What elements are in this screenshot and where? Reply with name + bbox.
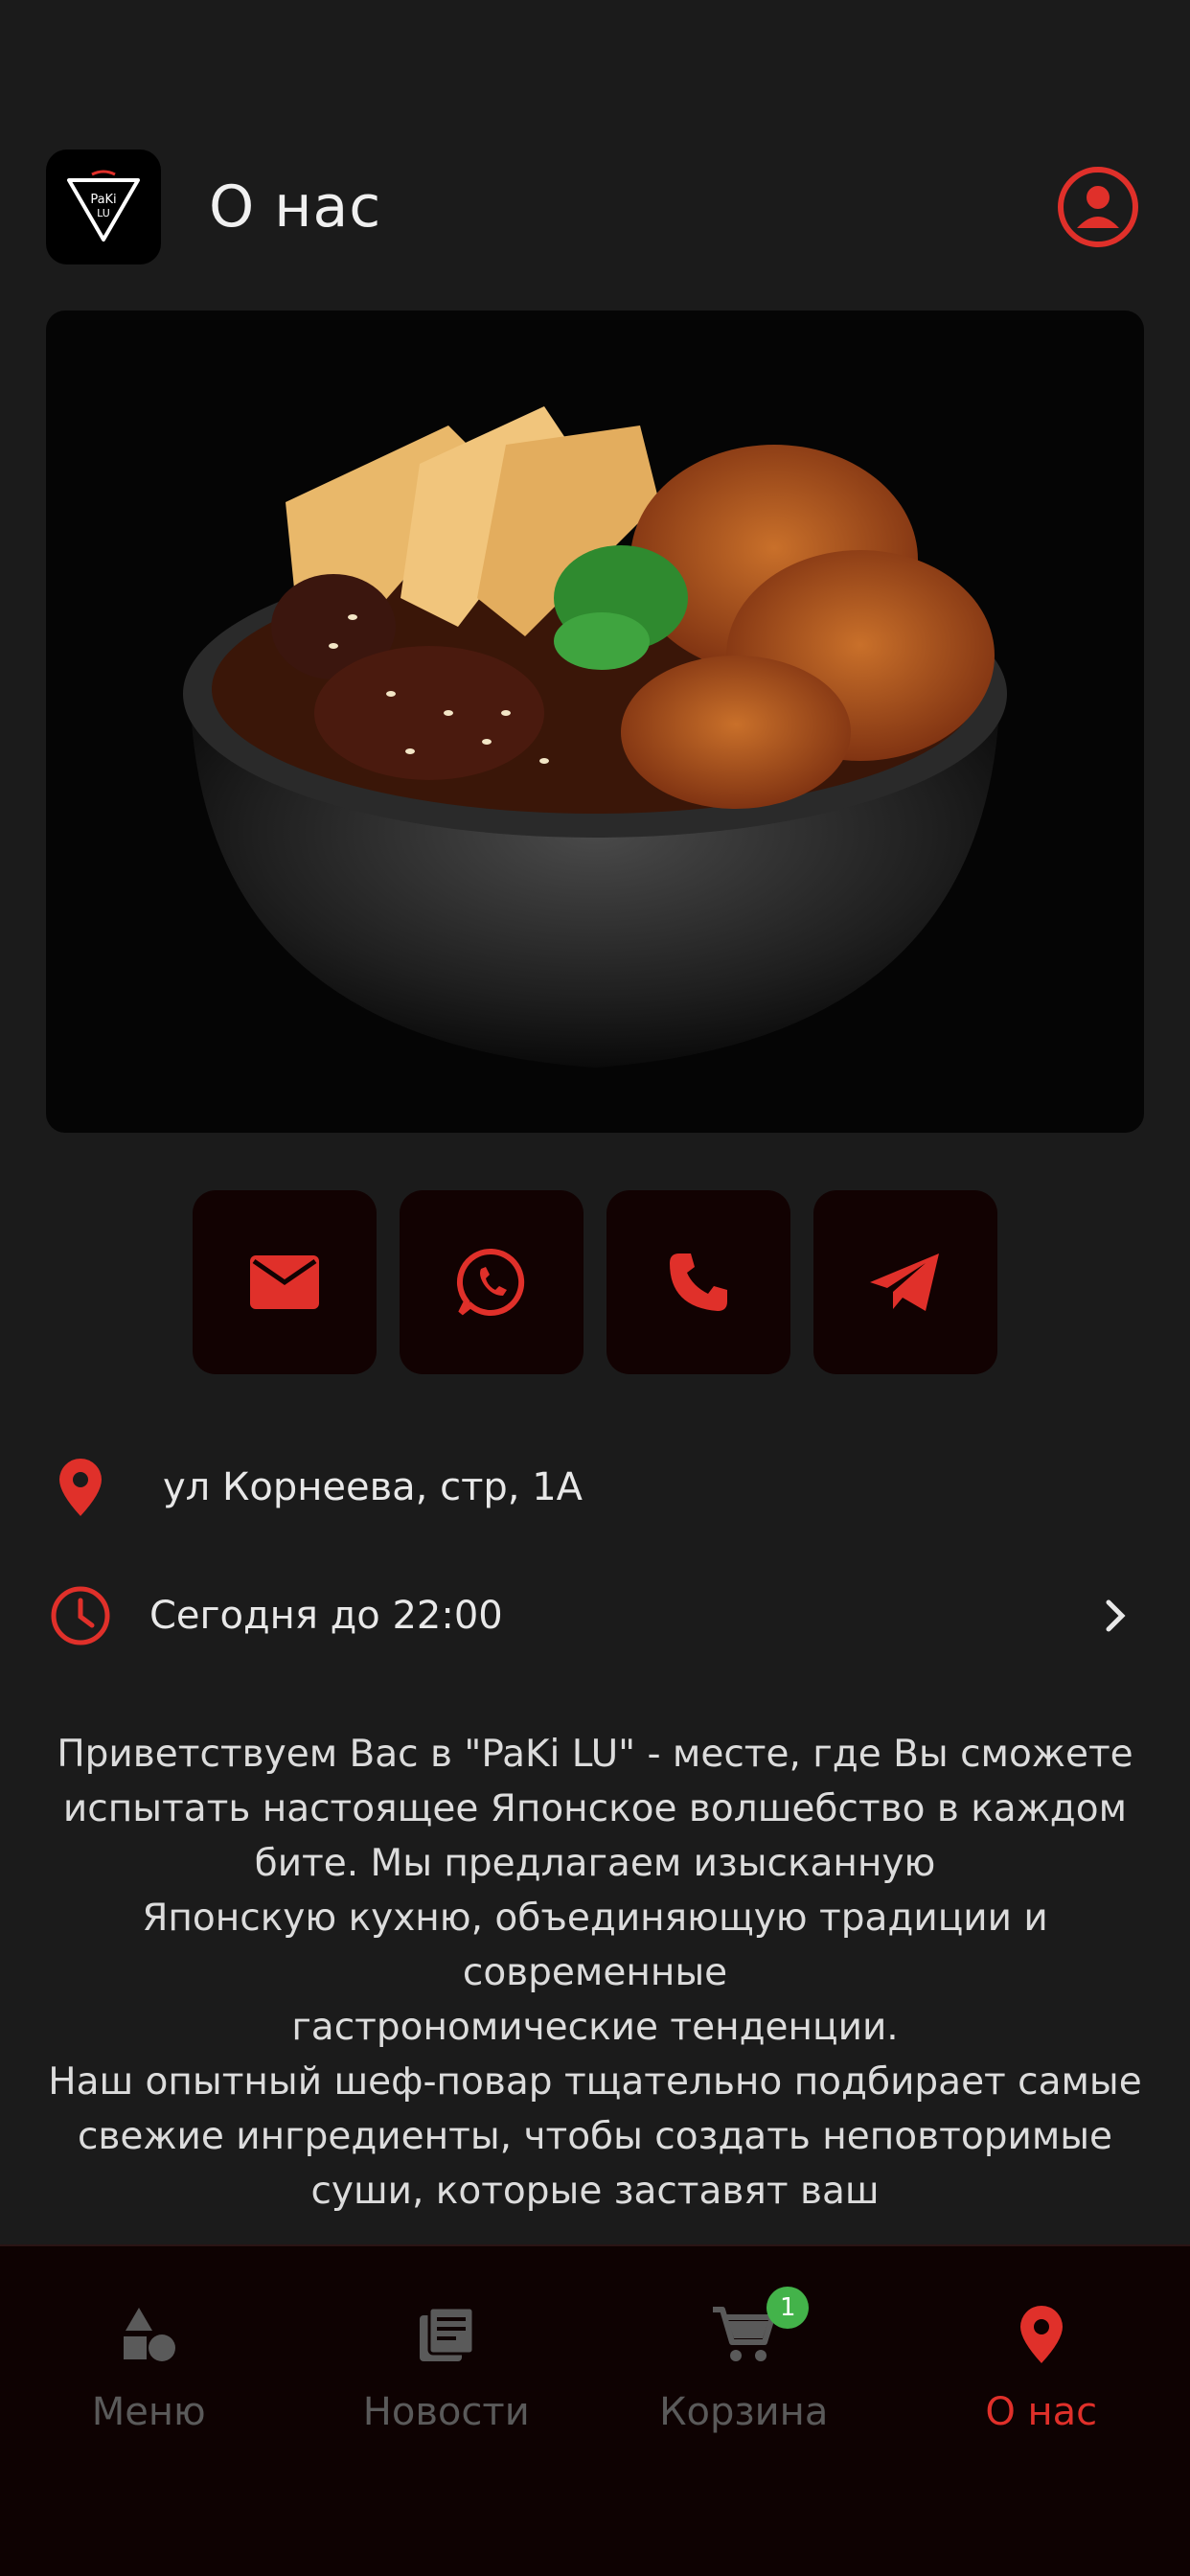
nav-item-news[interactable]: Новости (298, 2246, 596, 2576)
email-button[interactable] (193, 1190, 377, 1374)
address-text: ул Корнеева, стр, 1А (163, 1465, 584, 1509)
menu-shapes-icon (110, 2296, 187, 2373)
nav-item-about[interactable]: О нас (893, 2246, 1190, 2576)
page-title: О нас (209, 173, 382, 241)
clock-icon (46, 1581, 115, 1650)
nav-label-about: О нас (985, 2390, 1098, 2434)
chevron-right-icon (1087, 1587, 1144, 1644)
nav-item-menu[interactable]: Меню (0, 2246, 298, 2576)
whatsapp-icon (456, 1248, 525, 1316)
app-logo: PaKi LU (46, 150, 161, 264)
telegram-icon (870, 1254, 939, 1311)
nav-label-news: Новости (362, 2390, 530, 2434)
whatsapp-button[interactable] (400, 1190, 584, 1374)
nav-label-cart: Корзина (659, 2390, 829, 2434)
header: PaKi LU О нас (46, 150, 1144, 264)
about-screen: PaKi LU О нас ул Корнеева, стр, 1А Сегод… (0, 0, 1190, 2576)
bottom-navigation: Меню Новости 1 Корзина О нас (0, 2244, 1190, 2576)
cart-icon: 1 (705, 2287, 810, 2373)
about-description: Приветствуем Вас в "PaKi LU" - месте, гд… (48, 1733, 1142, 2213)
cart-badge: 1 (767, 2287, 810, 2329)
mail-icon (250, 1255, 319, 1309)
hours-text: Сегодня до 22:00 (149, 1594, 503, 1638)
news-icon (408, 2296, 485, 2373)
nav-label-menu: Меню (91, 2390, 206, 2434)
hero-food-image (46, 310, 1144, 1133)
svg-text:PaKi: PaKi (90, 193, 116, 207)
location-pin-icon (46, 1453, 115, 1522)
svg-text:LU: LU (97, 207, 110, 219)
nav-item-cart[interactable]: 1 Корзина (595, 2246, 893, 2576)
phone-button[interactable] (606, 1190, 790, 1374)
address-row[interactable]: ул Корнеева, стр, 1А (46, 1441, 1144, 1533)
location-icon (1003, 2296, 1080, 2373)
contact-buttons (0, 1190, 1190, 1374)
hours-row[interactable]: Сегодня до 22:00 (46, 1570, 1144, 1662)
profile-button[interactable] (1052, 161, 1144, 253)
phone-icon (670, 1254, 727, 1311)
user-icon (1058, 167, 1138, 247)
telegram-button[interactable] (813, 1190, 997, 1374)
